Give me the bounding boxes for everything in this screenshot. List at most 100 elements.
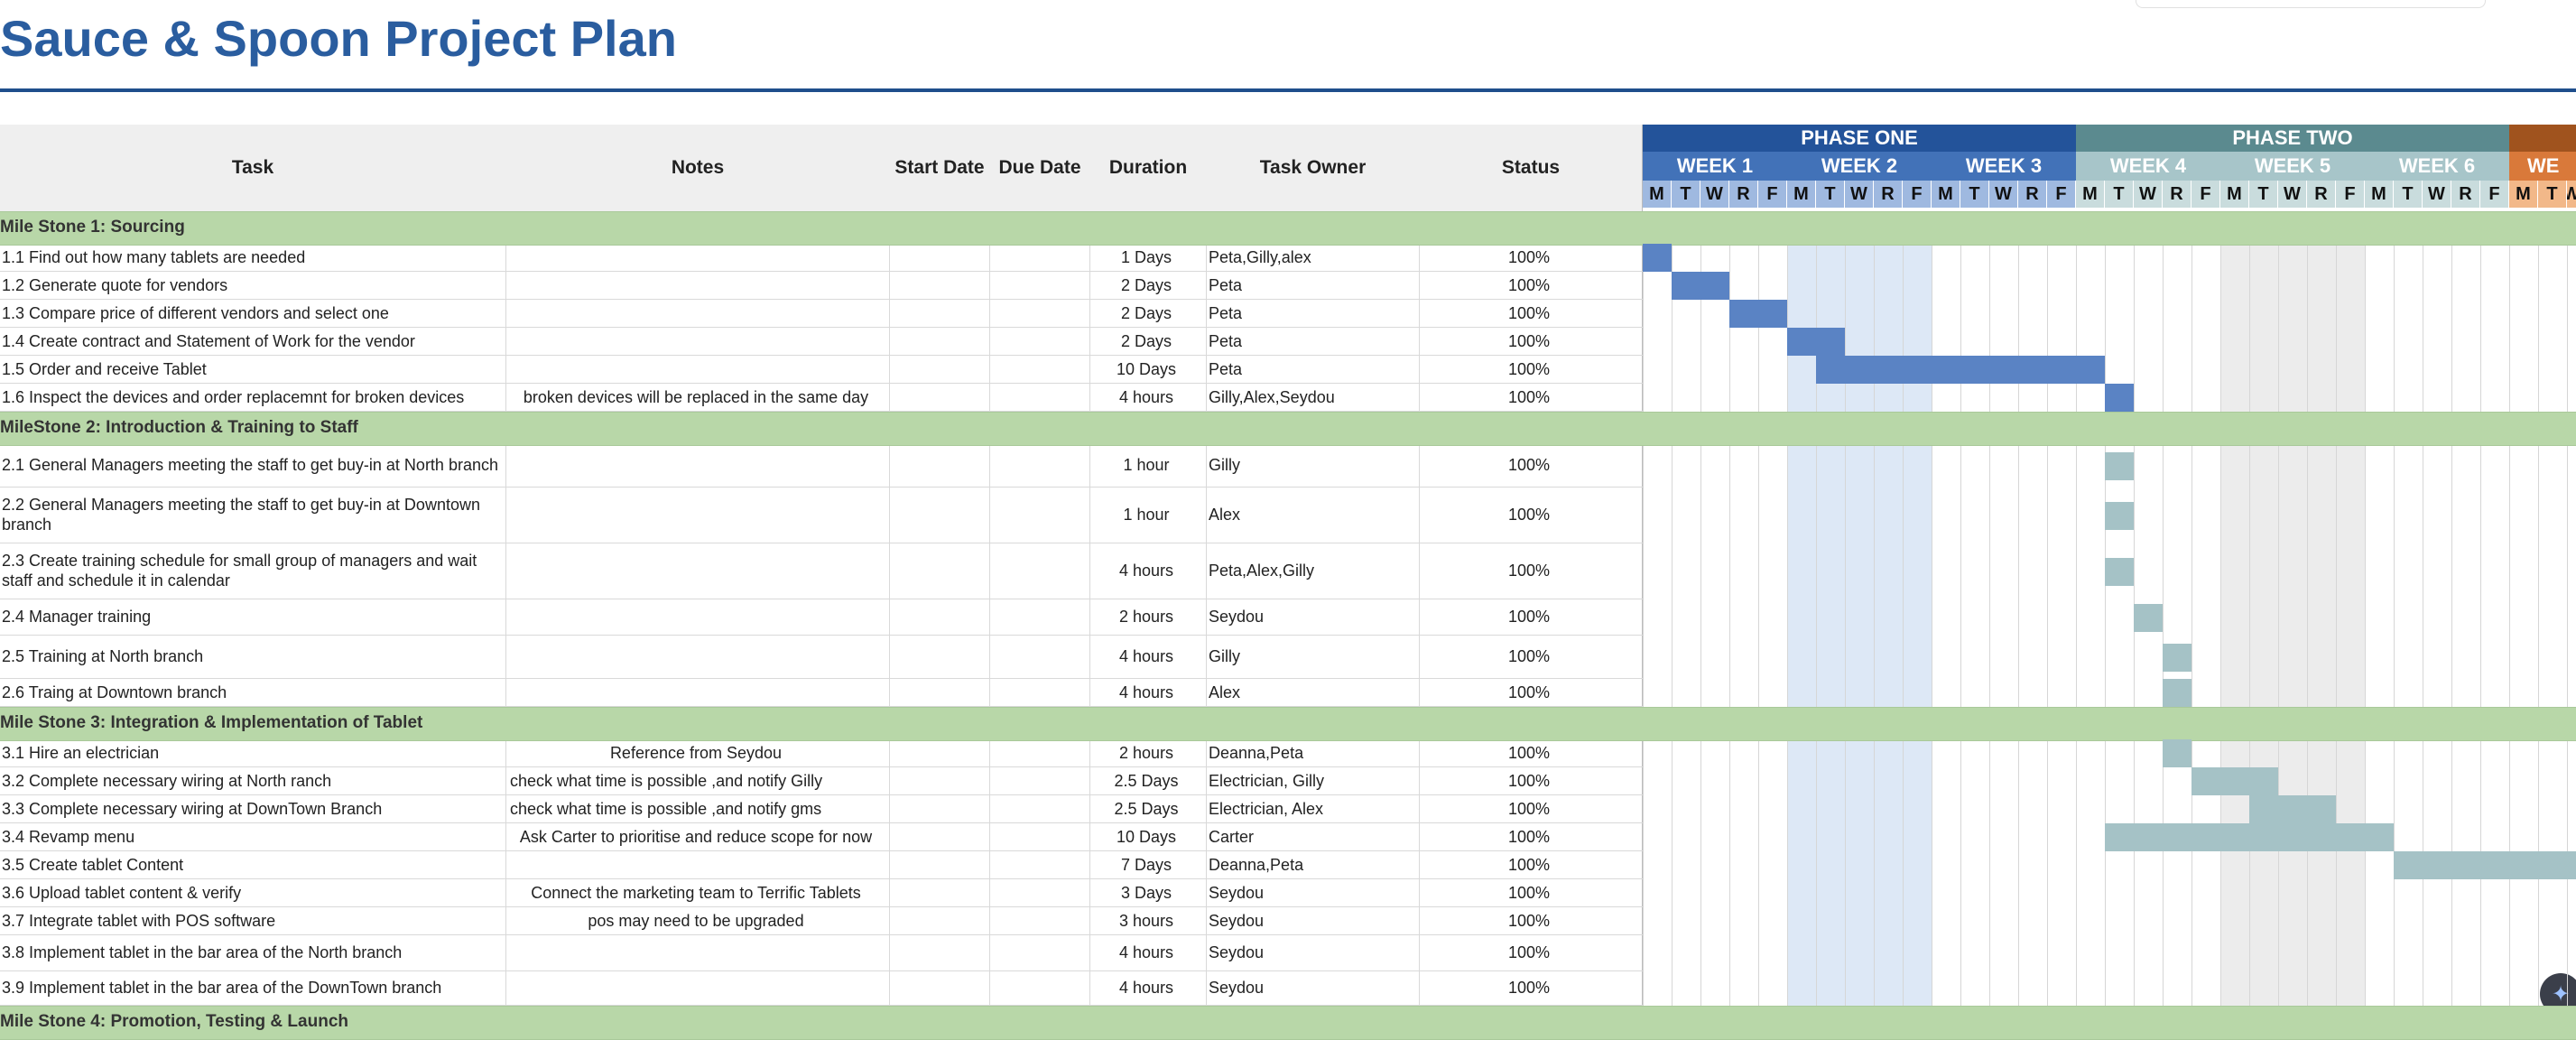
task-notes[interactable] [506, 851, 885, 879]
task-name[interactable]: 3.5 Create tablet Content [2, 851, 504, 879]
gantt-bar[interactable] [2394, 851, 2576, 879]
task-start-date[interactable] [890, 328, 989, 356]
gantt-bar[interactable] [2163, 643, 2191, 672]
task-name[interactable]: 1.5 Order and receive Tablet [2, 356, 504, 384]
task-start-date[interactable] [890, 767, 989, 795]
gantt-bar[interactable] [1729, 300, 1787, 328]
task-duration[interactable]: 4 hours [1090, 971, 1202, 1006]
column-header-owner[interactable]: Task Owner [1207, 125, 1419, 211]
task-notes[interactable] [506, 599, 885, 636]
task-duration[interactable]: 4 hours [1090, 636, 1202, 679]
task-start-date[interactable] [890, 444, 989, 488]
task-notes[interactable] [506, 272, 885, 300]
task-status[interactable]: 100% [1420, 739, 1638, 767]
task-status[interactable]: 100% [1420, 488, 1638, 543]
task-name[interactable]: 1.2 Generate quote for vendors [2, 272, 504, 300]
task-status[interactable]: 100% [1420, 636, 1638, 679]
gantt-bar[interactable] [2249, 795, 2336, 823]
task-start-date[interactable] [890, 907, 989, 935]
task-status[interactable]: 100% [1420, 272, 1638, 300]
task-due-date[interactable] [990, 384, 1089, 412]
gantt-bar[interactable] [1672, 272, 1729, 300]
task-notes[interactable] [506, 679, 885, 707]
task-status[interactable]: 100% [1420, 599, 1638, 636]
task-status[interactable]: 100% [1420, 823, 1638, 851]
task-owner[interactable]: Seydou [1209, 879, 1417, 907]
task-duration[interactable]: 2 hours [1090, 599, 1202, 636]
task-notes[interactable]: Reference from Seydou [506, 739, 885, 767]
task-owner[interactable]: Seydou [1209, 599, 1417, 636]
task-name[interactable]: 3.1 Hire an electrician [2, 739, 504, 767]
task-start-date[interactable] [890, 543, 989, 599]
task-status[interactable]: 100% [1420, 444, 1638, 488]
task-start-date[interactable] [890, 384, 989, 412]
task-due-date[interactable] [990, 543, 1089, 599]
task-status[interactable]: 100% [1420, 851, 1638, 879]
task-status[interactable]: 100% [1420, 244, 1638, 272]
task-notes[interactable]: broken devices will be replaced in the s… [506, 384, 885, 412]
task-status[interactable]: 100% [1420, 907, 1638, 935]
task-status[interactable]: 100% [1420, 935, 1638, 971]
task-owner[interactable]: Electrician, Gilly [1209, 767, 1417, 795]
task-due-date[interactable] [990, 767, 1089, 795]
gantt-bar[interactable] [1643, 244, 1672, 272]
task-start-date[interactable] [890, 971, 989, 1006]
column-header-duration[interactable]: Duration [1090, 125, 1206, 211]
task-duration[interactable]: 4 hours [1090, 384, 1202, 412]
task-duration[interactable]: 3 Days [1090, 879, 1202, 907]
task-owner[interactable]: Gilly [1209, 444, 1417, 488]
task-due-date[interactable] [990, 244, 1089, 272]
task-name[interactable]: 3.2 Complete necessary wiring at North r… [2, 767, 504, 795]
task-duration[interactable]: 1 hour [1090, 444, 1202, 488]
task-start-date[interactable] [890, 599, 989, 636]
task-notes[interactable] [506, 300, 885, 328]
task-notes[interactable]: pos may need to be upgraded [506, 907, 885, 935]
task-due-date[interactable] [990, 739, 1089, 767]
task-name[interactable]: 2.4 Manager training [2, 599, 504, 636]
task-owner[interactable]: Seydou [1209, 907, 1417, 935]
task-status[interactable]: 100% [1420, 795, 1638, 823]
task-due-date[interactable] [990, 636, 1089, 679]
task-due-date[interactable] [990, 272, 1089, 300]
task-due-date[interactable] [990, 679, 1089, 707]
task-due-date[interactable] [990, 356, 1089, 384]
task-duration[interactable]: 7 Days [1090, 851, 1202, 879]
task-due-date[interactable] [990, 935, 1089, 971]
gantt-bar[interactable] [2105, 384, 2134, 412]
task-notes[interactable] [506, 543, 885, 599]
task-notes[interactable] [506, 244, 885, 272]
task-owner[interactable]: Seydou [1209, 935, 1417, 971]
task-owner[interactable]: Gilly [1209, 636, 1417, 679]
task-owner[interactable]: Alex [1209, 488, 1417, 543]
task-name[interactable]: 3.7 Integrate tablet with POS software [2, 907, 504, 935]
task-due-date[interactable] [990, 444, 1089, 488]
task-due-date[interactable] [990, 300, 1089, 328]
column-header-status[interactable]: Status [1420, 125, 1642, 211]
task-name[interactable]: 3.3 Complete necessary wiring at DownTow… [2, 795, 504, 823]
task-name[interactable]: 2.3 Create training schedule for small g… [2, 543, 504, 599]
task-start-date[interactable] [890, 272, 989, 300]
task-start-date[interactable] [890, 356, 989, 384]
task-duration[interactable]: 10 Days [1090, 823, 1202, 851]
task-duration[interactable]: 2 Days [1090, 328, 1202, 356]
task-notes[interactable] [506, 328, 885, 356]
task-owner[interactable]: Electrician, Alex [1209, 795, 1417, 823]
task-notes[interactable]: Connect the marketing team to Terrific T… [506, 879, 885, 907]
task-notes[interactable] [506, 356, 885, 384]
task-owner[interactable]: Peta [1209, 356, 1417, 384]
task-status[interactable]: 100% [1420, 384, 1638, 412]
search-box[interactable] [2136, 0, 2486, 8]
column-header-due[interactable]: Due Date [990, 125, 1089, 211]
task-name[interactable]: 2.1 General Managers meeting the staff t… [2, 444, 504, 488]
gantt-bar[interactable] [2105, 823, 2394, 851]
task-status[interactable]: 100% [1420, 879, 1638, 907]
task-duration[interactable]: 2.5 Days [1090, 795, 1202, 823]
task-notes[interactable]: Ask Carter to prioritise and reduce scop… [506, 823, 885, 851]
task-owner[interactable]: Peta,Alex,Gilly [1209, 543, 1417, 599]
task-name[interactable]: 3.9 Implement tablet in the bar area of … [2, 971, 504, 1006]
column-header-start[interactable]: Start Date [890, 125, 989, 211]
task-status[interactable]: 100% [1420, 679, 1638, 707]
task-status[interactable]: 100% [1420, 328, 1638, 356]
task-due-date[interactable] [990, 823, 1089, 851]
task-status[interactable]: 100% [1420, 971, 1638, 1006]
